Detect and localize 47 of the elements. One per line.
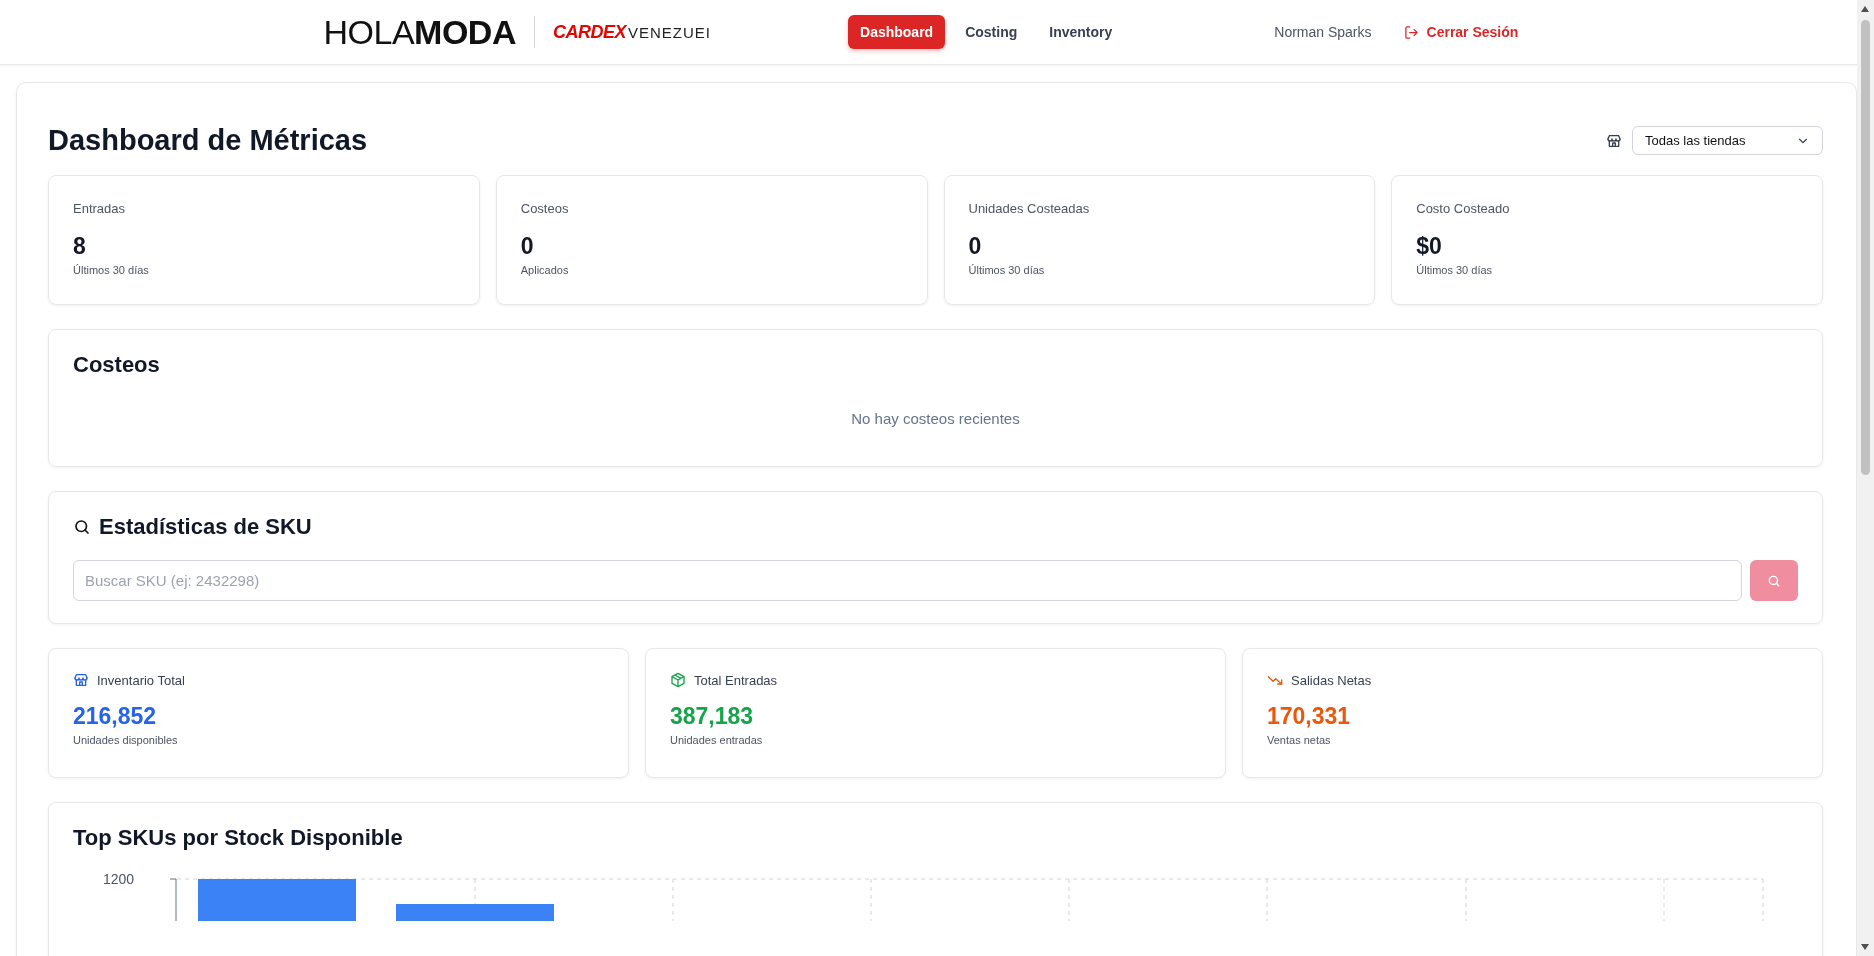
stat-label: Costo Costeado [1416, 200, 1510, 216]
nav-tab[interactable]: Inventory [1037, 15, 1125, 49]
nav-tab[interactable]: Dashboard [848, 15, 946, 49]
brand-country: VENEZUEI [628, 23, 711, 41]
metric-label: Inventario Total [97, 672, 185, 688]
y-tick-label: 1200 [103, 871, 135, 888]
metric-label: Total Entradas [694, 672, 778, 688]
logout-button[interactable]: Cerrar Sesión [1397, 23, 1525, 41]
stat-caption: Aplicados [520, 263, 569, 276]
stat-caption: Últimos 30 días [968, 263, 1045, 276]
page-title: Dashboard de Métricas [48, 124, 368, 158]
metric-caption: Unidades disponibles [73, 734, 178, 747]
metric-caption: Unidades entradas [670, 734, 763, 747]
metric-value: 387,183 [670, 703, 754, 731]
empty-message: No hay costeos recientes [851, 409, 1020, 427]
metric-value: 216,852 [73, 703, 157, 731]
scroll-up-icon[interactable] [1861, 6, 1869, 12]
scrollbar-thumb[interactable] [1861, 20, 1870, 475]
section-title: Costeos [73, 351, 160, 378]
brand-logo: HOLAMODA [323, 15, 516, 49]
logout-icon [1403, 24, 1419, 40]
user-name: Norman Sparks [1274, 24, 1372, 40]
sku-search-field[interactable]: Buscar SKU (ej: 2432298) [73, 560, 1742, 602]
store-icon [1606, 132, 1622, 149]
y-axis [169, 878, 177, 922]
search-icon [73, 518, 91, 537]
store-dropdown[interactable]: Todas las tiendas [1632, 126, 1823, 156]
stat-value: 8 [73, 232, 86, 260]
stat-label: Unidades Costeadas [968, 200, 1090, 216]
box-icon [670, 672, 686, 689]
brand-name: CARDEX [553, 21, 626, 43]
section-title: Estadísticas de SKU [99, 514, 312, 541]
stat-caption: Últimos 30 días [1416, 263, 1493, 276]
scroll-down-icon[interactable] [1861, 944, 1869, 950]
stat-value: 0 [520, 232, 534, 260]
store-icon [73, 672, 89, 689]
metric-caption: Ventas netas [1267, 734, 1331, 747]
stat-value: 0 [968, 232, 982, 260]
nav-tab[interactable]: Costing [953, 15, 1030, 49]
stat-value: $0 [1416, 232, 1442, 260]
metric-label: Salidas Netas [1291, 672, 1372, 688]
stat-label: Costeos [520, 200, 569, 216]
stat-label: Entradas [73, 200, 126, 216]
search-icon [1767, 573, 1781, 588]
chart-title: Top SKUs por Stock Disponible [73, 825, 403, 852]
stat-caption: Últimos 30 días [73, 263, 149, 276]
metric-value: 170,331 [1267, 703, 1351, 731]
